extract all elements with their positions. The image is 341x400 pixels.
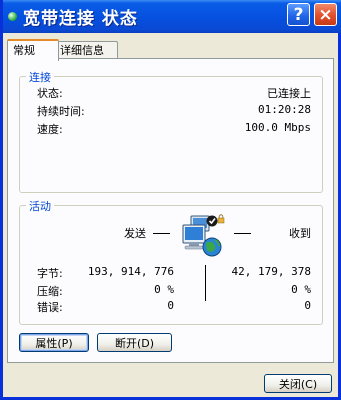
compression-label: 压缩:: [37, 285, 63, 298]
tab-panel-general: 连接 状态: 已连接上 持续时间: 01:20:28 速度: 100.0 Mbp…: [7, 58, 334, 363]
duration-label: 持续时间:: [37, 105, 85, 118]
sent-label: 发送: [124, 227, 146, 240]
window-title: 宽带连接 状态: [23, 9, 138, 29]
close-window-button[interactable]: ×: [314, 3, 337, 26]
errors-received-value: 0: [304, 299, 311, 312]
connection-group: 连接 状态: 已连接上 持续时间: 01:20:28 速度: 100.0 Mbp…: [19, 69, 323, 193]
network-computers-globe-icon: [177, 213, 229, 259]
close-button[interactable]: 关闭(C): [264, 374, 332, 393]
title-bar[interactable]: 宽带连接 状态 ? ×: [3, 0, 341, 33]
received-label: 收到: [289, 227, 311, 240]
bytes-sent-value: 193, 914, 776: [87, 265, 174, 278]
speed-value: 100.0 Mbps: [244, 121, 311, 134]
compression-received-value: 0 %: [291, 283, 311, 296]
sent-line: [153, 233, 170, 234]
connection-group-title: 连接: [26, 69, 54, 85]
speed-label: 速度:: [37, 123, 63, 136]
errors-sent-value: 0: [167, 299, 174, 312]
properties-button[interactable]: 属性(P): [19, 333, 89, 352]
bytes-received-value: 42, 179, 378: [231, 265, 311, 278]
tab-details[interactable]: 详细信息: [54, 41, 118, 59]
activity-divider: [205, 265, 206, 301]
status-value: 已连接上: [267, 87, 311, 100]
status-label: 状态:: [37, 87, 63, 100]
status-dialog: 宽带连接 状态 ? × 常规 详细信息 连接 状态: 已连接上 持续时间: 01…: [0, 0, 341, 400]
bytes-label: 字节:: [37, 267, 63, 280]
tab-general[interactable]: 常规: [7, 39, 59, 61]
help-button[interactable]: ?: [287, 3, 310, 26]
received-line: [234, 233, 251, 234]
compression-sent-value: 0 %: [154, 283, 174, 296]
network-connection-icon: [8, 12, 17, 21]
activity-group: 活动 发送 收到 字节: 193, 914, 776 42, 179, 378 …: [19, 198, 323, 325]
errors-label: 错误:: [37, 301, 63, 314]
activity-group-title: 活动: [26, 198, 54, 214]
disconnect-button[interactable]: 断开(D): [97, 333, 172, 352]
duration-value: 01:20:28: [258, 103, 311, 116]
